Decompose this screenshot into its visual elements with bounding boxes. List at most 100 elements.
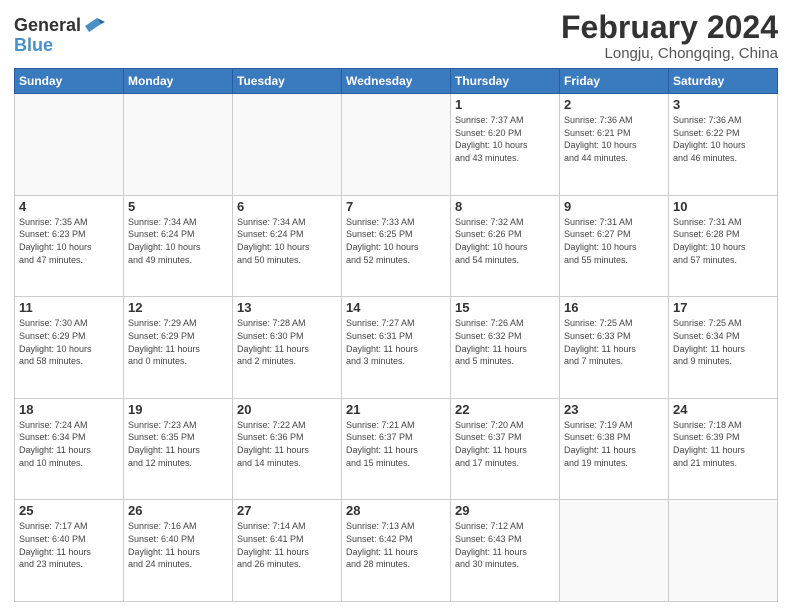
calendar-header-friday: Friday [560, 69, 669, 94]
calendar-cell: 15 Sunrise: 7:26 AM Sunset: 6:32 PM Dayli… [451, 297, 560, 399]
day-number: 14 [346, 300, 446, 315]
day-number: 22 [455, 402, 555, 417]
calendar-header-saturday: Saturday [669, 69, 778, 94]
calendar-cell: 22 Sunrise: 7:20 AM Sunset: 6:37 PM Dayli… [451, 398, 560, 500]
day-number: 28 [346, 503, 446, 518]
day-info: Sunrise: 7:26 AM Sunset: 6:32 PM Dayligh… [455, 317, 555, 367]
calendar-week-1: 4 Sunrise: 7:35 AM Sunset: 6:23 PM Daylig… [15, 195, 778, 297]
day-info: Sunrise: 7:22 AM Sunset: 6:36 PM Dayligh… [237, 419, 337, 469]
calendar-cell: 13Sunrise: 7:28 AM Sunset: 6:30 PM Dayli… [233, 297, 342, 399]
day-number: 10 [673, 199, 773, 214]
calendar-cell: 17 Sunrise: 7:25 AM Sunset: 6:34 PM Dayli… [669, 297, 778, 399]
day-number: 29 [455, 503, 555, 518]
calendar-cell: 7 Sunrise: 7:33 AM Sunset: 6:25 PM Daylig… [342, 195, 451, 297]
day-info: Sunrise: 7:37 AM Sunset: 6:20 PM Dayligh… [455, 114, 555, 164]
calendar-week-3: 18Sunrise: 7:24 AM Sunset: 6:34 PM Dayli… [15, 398, 778, 500]
calendar-cell: 27 Sunrise: 7:14 AM Sunset: 6:41 PM Dayli… [233, 500, 342, 602]
day-info: Sunrise: 7:21 AM Sunset: 6:37 PM Dayligh… [346, 419, 446, 469]
day-info: Sunrise: 7:36 AM Sunset: 6:21 PM Dayligh… [564, 114, 664, 164]
day-info: Sunrise: 7:14 AM Sunset: 6:41 PM Dayligh… [237, 520, 337, 570]
day-number: 24 [673, 402, 773, 417]
day-number: 20 [237, 402, 337, 417]
calendar-cell: 23 Sunrise: 7:19 AM Sunset: 6:38 PM Dayli… [560, 398, 669, 500]
calendar-cell: 26 Sunrise: 7:16 AM Sunset: 6:40 PM Dayli… [124, 500, 233, 602]
day-number: 11 [19, 300, 119, 315]
day-info: Sunrise: 7:13 AM Sunset: 6:42 PM Dayligh… [346, 520, 446, 570]
calendar-week-4: 25 Sunrise: 7:17 AM Sunset: 6:40 PM Dayli… [15, 500, 778, 602]
day-number: 8 [455, 199, 555, 214]
day-number: 18 [19, 402, 119, 417]
day-info: Sunrise: 7:25 AM Sunset: 6:33 PM Dayligh… [564, 317, 664, 367]
calendar-cell [124, 94, 233, 196]
day-info: Sunrise: 7:20 AM Sunset: 6:37 PM Dayligh… [455, 419, 555, 469]
calendar-cell [15, 94, 124, 196]
day-number: 3 [673, 97, 773, 112]
logo-icon [83, 14, 105, 36]
calendar-cell: 9 Sunrise: 7:31 AM Sunset: 6:27 PM Daylig… [560, 195, 669, 297]
day-info: Sunrise: 7:23 AM Sunset: 6:35 PM Dayligh… [128, 419, 228, 469]
day-info: Sunrise: 7:35 AM Sunset: 6:23 PM Dayligh… [19, 216, 119, 266]
day-info: Sunrise: 7:32 AM Sunset: 6:26 PM Dayligh… [455, 216, 555, 266]
calendar-cell: 8 Sunrise: 7:32 AM Sunset: 6:26 PM Daylig… [451, 195, 560, 297]
day-number: 21 [346, 402, 446, 417]
day-info: Sunrise: 7:25 AM Sunset: 6:34 PM Dayligh… [673, 317, 773, 367]
calendar-cell: 6 Sunrise: 7:34 AM Sunset: 6:24 PM Daylig… [233, 195, 342, 297]
day-number: 26 [128, 503, 228, 518]
day-info: Sunrise: 7:17 AM Sunset: 6:40 PM Dayligh… [19, 520, 119, 570]
calendar-subtitle: Longju, Chongqing, China [561, 45, 778, 62]
day-number: 9 [564, 199, 664, 214]
calendar-cell: 21 Sunrise: 7:21 AM Sunset: 6:37 PM Dayli… [342, 398, 451, 500]
day-number: 5 [128, 199, 228, 214]
day-info: Sunrise: 7:27 AM Sunset: 6:31 PM Dayligh… [346, 317, 446, 367]
calendar-header-monday: Monday [124, 69, 233, 94]
calendar-week-0: 1 Sunrise: 7:37 AM Sunset: 6:20 PM Daylig… [15, 94, 778, 196]
day-number: 23 [564, 402, 664, 417]
day-info: Sunrise: 7:31 AM Sunset: 6:28 PM Dayligh… [673, 216, 773, 266]
calendar-cell [233, 94, 342, 196]
day-number: 19 [128, 402, 228, 417]
logo-general-text: General [14, 16, 81, 34]
day-number: 6 [237, 199, 337, 214]
day-number: 27 [237, 503, 337, 518]
day-number: 15 [455, 300, 555, 315]
day-info: Sunrise: 7:33 AM Sunset: 6:25 PM Dayligh… [346, 216, 446, 266]
page: General Blue February 2024 Longju, Chong… [0, 0, 792, 612]
calendar-cell: 3Sunrise: 7:36 AM Sunset: 6:22 PM Daylig… [669, 94, 778, 196]
calendar-cell: 20 Sunrise: 7:22 AM Sunset: 6:36 PM Dayli… [233, 398, 342, 500]
day-number: 7 [346, 199, 446, 214]
day-info: Sunrise: 7:29 AM Sunset: 6:29 PM Dayligh… [128, 317, 228, 367]
day-info: Sunrise: 7:28 AM Sunset: 6:30 PM Dayligh… [237, 317, 337, 367]
day-number: 12 [128, 300, 228, 315]
day-number: 4 [19, 199, 119, 214]
day-number: 17 [673, 300, 773, 315]
day-number: 25 [19, 503, 119, 518]
day-info: Sunrise: 7:31 AM Sunset: 6:27 PM Dayligh… [564, 216, 664, 266]
day-number: 1 [455, 97, 555, 112]
calendar-title: February 2024 [561, 10, 778, 45]
day-info: Sunrise: 7:19 AM Sunset: 6:38 PM Dayligh… [564, 419, 664, 469]
day-number: 2 [564, 97, 664, 112]
logo: General Blue [14, 14, 105, 56]
day-info: Sunrise: 7:34 AM Sunset: 6:24 PM Dayligh… [128, 216, 228, 266]
calendar-cell: 12 Sunrise: 7:29 AM Sunset: 6:29 PM Dayli… [124, 297, 233, 399]
calendar-cell [342, 94, 451, 196]
calendar-cell: 19 Sunrise: 7:23 AM Sunset: 6:35 PM Dayli… [124, 398, 233, 500]
title-block: February 2024 Longju, Chongqing, China [561, 10, 778, 62]
calendar-header-wednesday: Wednesday [342, 69, 451, 94]
calendar-cell: 10 Sunrise: 7:31 AM Sunset: 6:28 PM Dayli… [669, 195, 778, 297]
calendar-cell: 16 Sunrise: 7:25 AM Sunset: 6:33 PM Dayli… [560, 297, 669, 399]
calendar-cell: 14 Sunrise: 7:27 AM Sunset: 6:31 PM Dayli… [342, 297, 451, 399]
calendar-cell: 5 Sunrise: 7:34 AM Sunset: 6:24 PM Daylig… [124, 195, 233, 297]
day-info: Sunrise: 7:16 AM Sunset: 6:40 PM Dayligh… [128, 520, 228, 570]
day-info: Sunrise: 7:18 AM Sunset: 6:39 PM Dayligh… [673, 419, 773, 469]
day-info: Sunrise: 7:34 AM Sunset: 6:24 PM Dayligh… [237, 216, 337, 266]
header: General Blue February 2024 Longju, Chong… [14, 10, 778, 62]
calendar-cell [669, 500, 778, 602]
calendar-cell: 24 Sunrise: 7:18 AM Sunset: 6:39 PM Dayli… [669, 398, 778, 500]
calendar-cell: 25 Sunrise: 7:17 AM Sunset: 6:40 PM Dayli… [15, 500, 124, 602]
calendar-table: SundayMondayTuesdayWednesdayThursdayFrid… [14, 68, 778, 602]
day-number: 16 [564, 300, 664, 315]
calendar-cell: 4 Sunrise: 7:35 AM Sunset: 6:23 PM Daylig… [15, 195, 124, 297]
calendar-cell [560, 500, 669, 602]
calendar-week-2: 11Sunrise: 7:30 AM Sunset: 6:29 PM Dayli… [15, 297, 778, 399]
